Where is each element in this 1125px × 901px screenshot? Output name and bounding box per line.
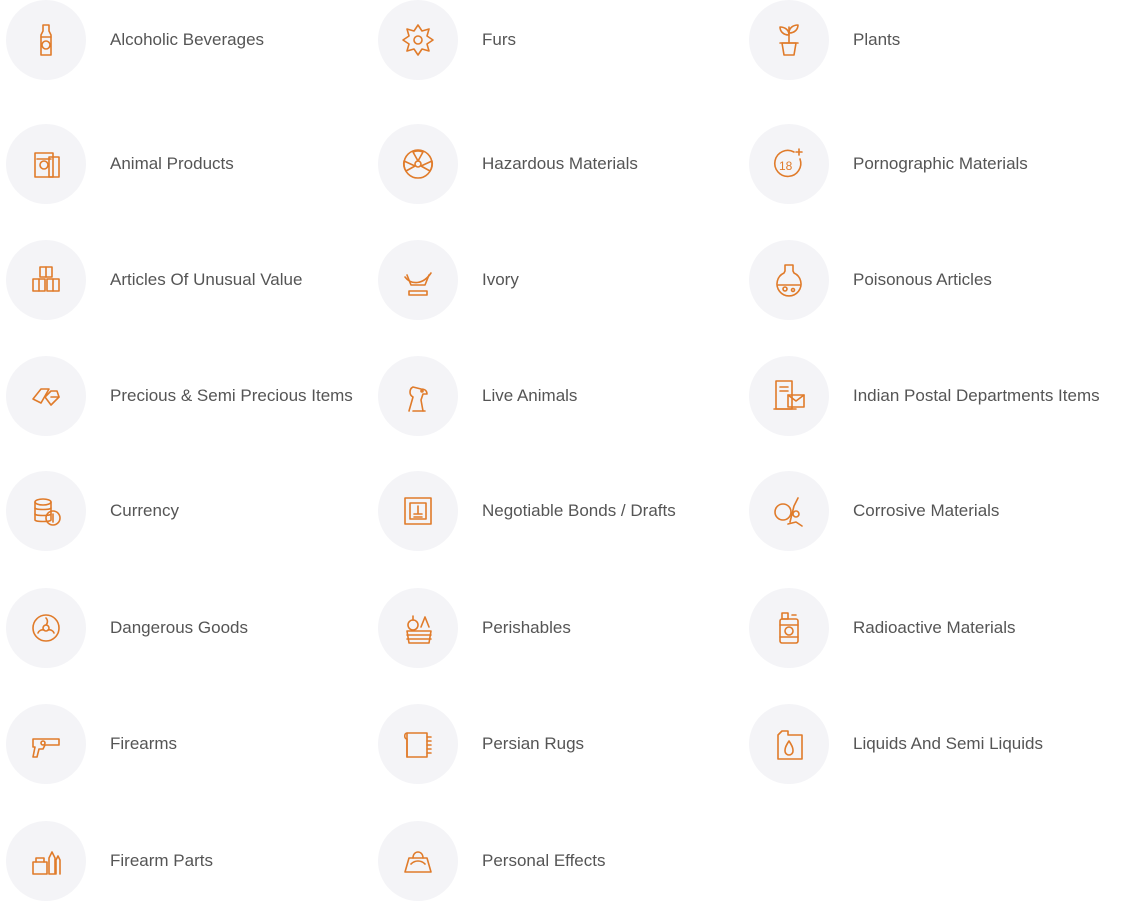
radioactive-barrel-icon [779, 612, 799, 644]
icon-circle: 18 [749, 124, 829, 204]
icon-circle [378, 0, 458, 80]
category-label: Plants [853, 30, 901, 49]
category-item[interactable]: Articles Of Unusual Value [0, 240, 360, 320]
fur-pelt-icon [402, 24, 434, 56]
revolver-icon [32, 738, 60, 758]
tusk-icon [404, 272, 432, 296]
radiation-icon [402, 149, 434, 179]
category-label: Perishables [482, 618, 571, 637]
category-label: Personal Effects [482, 851, 606, 870]
icon-circle [749, 471, 829, 551]
icon-circle [6, 124, 86, 204]
icon-circle [6, 240, 86, 320]
rug-icon [403, 732, 432, 758]
category-item[interactable]: Firearms [0, 704, 360, 784]
gem-icon [32, 388, 60, 406]
prohibited-items-grid: Alcoholic Beverages Animal Products Articl… [0, 0, 1125, 901]
fruit-basket-icon [406, 615, 432, 644]
category-label: Precious & Semi Precious Items [110, 386, 353, 405]
category-item[interactable]: Firearm Parts [0, 821, 360, 901]
category-label: Persian Rugs [482, 734, 585, 753]
dog-icon [408, 386, 428, 412]
category-item[interactable]: Personal Effects [372, 821, 732, 901]
category-item[interactable]: Animal Products [0, 124, 360, 204]
category-item[interactable]: Furs [372, 0, 732, 80]
category-label: Live Animals [482, 386, 578, 405]
icon-circle [6, 356, 86, 436]
category-item[interactable]: Radioactive Materials [743, 588, 1125, 668]
icon-circle [6, 0, 86, 80]
category-label: Corrosive Materials [853, 501, 1000, 520]
category-label: Pornographic Materials [853, 154, 1028, 173]
category-label: Firearm Parts [110, 851, 213, 870]
poison-flask-icon [776, 264, 802, 297]
postbox-letter-icon [773, 380, 805, 410]
category-item[interactable]: Corrosive Materials [743, 471, 1125, 551]
icon-circle [6, 704, 86, 784]
coins-icon [34, 498, 61, 526]
category-item[interactable]: Live Animals [372, 356, 732, 436]
icon-circle [749, 588, 829, 668]
category-item[interactable]: 18 Pornographic Materials [743, 124, 1125, 204]
icon-circle [749, 0, 829, 80]
icon-circle [378, 704, 458, 784]
icon-circle [378, 471, 458, 551]
category-label: Radioactive Materials [853, 618, 1016, 637]
category-label: Indian Postal Departments Items [853, 386, 1100, 405]
category-item[interactable]: Liquids And Semi Liquids [743, 704, 1125, 784]
bottle-icon [40, 24, 52, 56]
category-item[interactable]: Perishables [372, 588, 732, 668]
biohazard-icon [32, 614, 60, 642]
icon-circle [6, 588, 86, 668]
category-item[interactable]: Currency [0, 471, 360, 551]
category-label: Furs [482, 30, 516, 49]
cargo-boxes-icon [32, 266, 60, 292]
icon-circle [378, 356, 458, 436]
icon-circle [378, 240, 458, 320]
icon-circle [378, 821, 458, 901]
potted-plant-icon [779, 24, 799, 56]
category-item[interactable]: Hazardous Materials [372, 124, 732, 204]
category-item[interactable]: Plants [743, 0, 1125, 80]
category-label: Dangerous Goods [110, 618, 248, 637]
purse-icon [404, 851, 432, 873]
category-label: Alcoholic Beverages [110, 30, 265, 49]
category-label: Animal Products [110, 154, 234, 173]
category-item[interactable]: Poisonous Articles [743, 240, 1125, 320]
animal-product-icon [34, 152, 60, 178]
category-label: Poisonous Articles [853, 270, 992, 289]
category-label: Liquids And Semi Liquids [853, 734, 1043, 753]
category-item[interactable]: Indian Postal Departments Items [743, 356, 1125, 436]
icon-circle [378, 588, 458, 668]
category-item[interactable]: Persian Rugs [372, 704, 732, 784]
category-item[interactable]: Dangerous Goods [0, 588, 360, 668]
category-label: Hazardous Materials [482, 154, 638, 173]
category-item[interactable]: Ivory [372, 240, 732, 320]
category-label: Currency [110, 501, 179, 520]
ammo-icon [32, 851, 61, 875]
icon-circle [749, 356, 829, 436]
bond-certificate-icon [404, 497, 432, 525]
category-label: Firearms [110, 734, 178, 753]
icon-circle [749, 704, 829, 784]
icon-circle [378, 124, 458, 204]
svg-text:18: 18 [779, 159, 793, 173]
category-item[interactable]: Precious & Semi Precious Items [0, 356, 360, 436]
corrosive-flask-icon [774, 497, 803, 527]
icon-circle [749, 240, 829, 320]
category-label: Negotiable Bonds / Drafts [482, 501, 676, 520]
icon-circle [6, 471, 86, 551]
category-item[interactable]: Negotiable Bonds / Drafts [372, 471, 732, 551]
liquid-container-icon [777, 730, 803, 760]
age-18-plus-icon: 18 [774, 148, 803, 178]
category-item[interactable]: Alcoholic Beverages [0, 0, 360, 80]
category-label: Ivory [482, 270, 519, 289]
icon-circle [6, 821, 86, 901]
category-label: Articles Of Unusual Value [110, 270, 303, 289]
